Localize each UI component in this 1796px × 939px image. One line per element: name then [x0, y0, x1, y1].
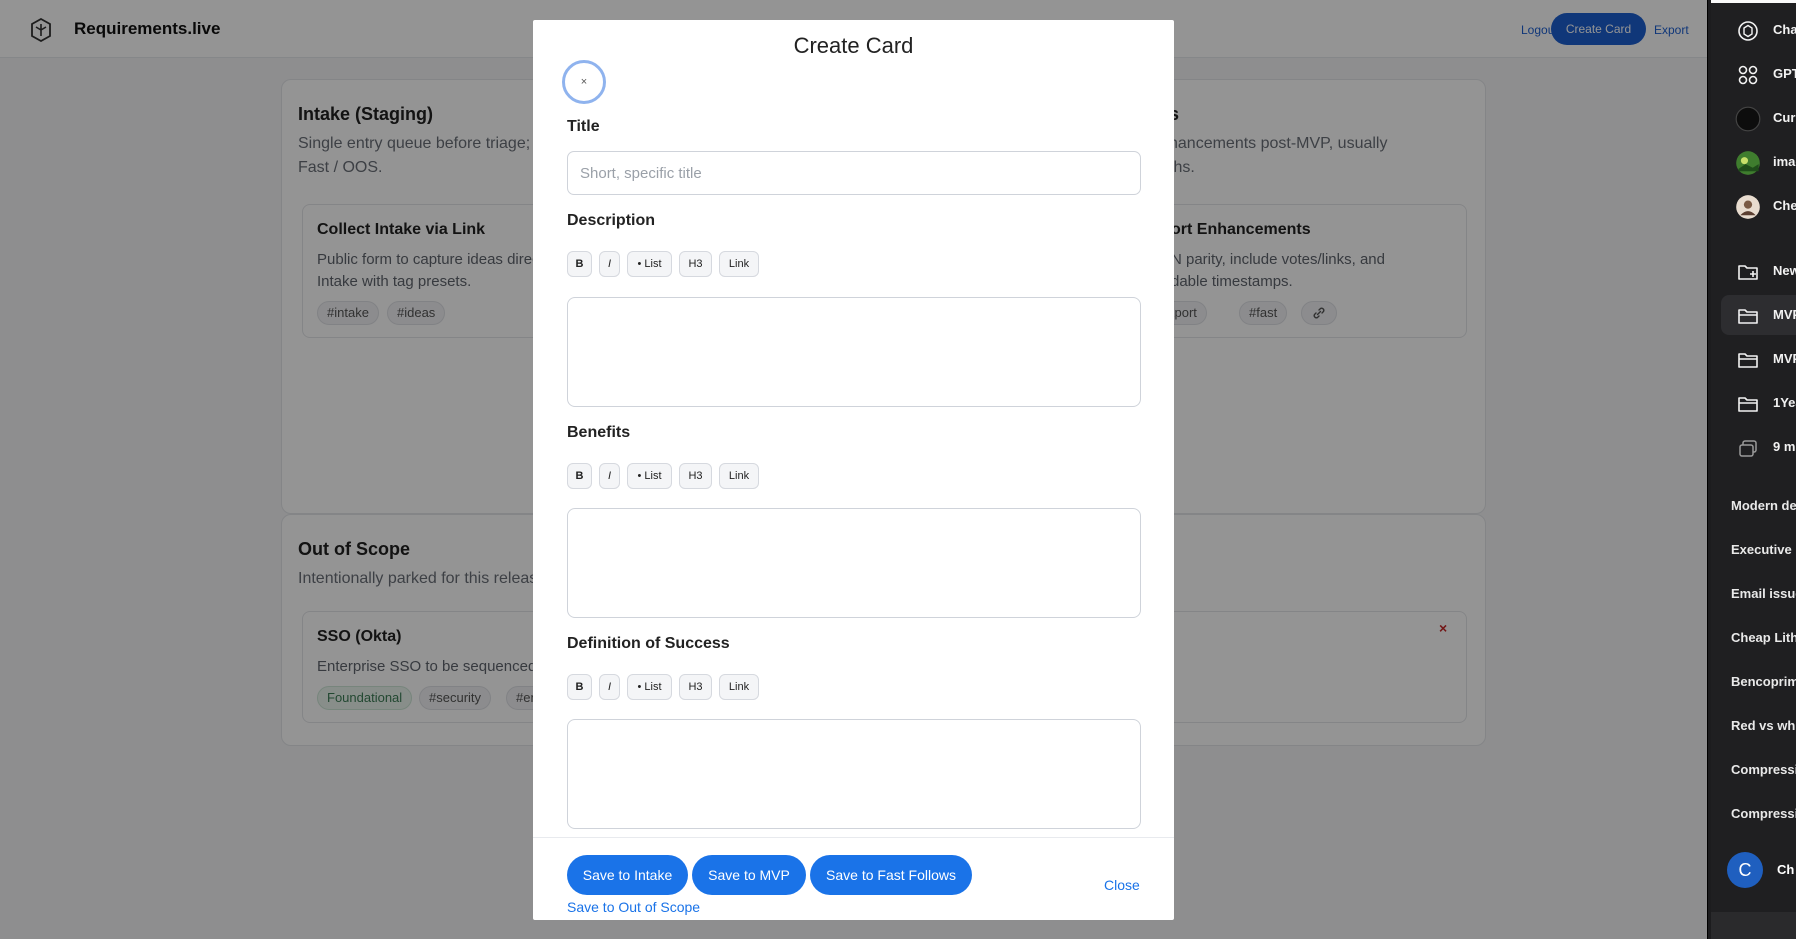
dark-circle-icon [1735, 106, 1761, 132]
sidebar-item-1year[interactable]: 1Yea [1721, 383, 1796, 423]
link-button[interactable]: Link [719, 463, 759, 489]
link-button[interactable]: Link [719, 251, 759, 277]
success-editor[interactable] [567, 719, 1141, 829]
sidebar-item-curl[interactable]: Curl [1721, 98, 1796, 138]
list-button[interactable]: • List [627, 463, 672, 489]
italic-button[interactable]: I [599, 674, 620, 700]
sidebar-item-label: 9 m [1773, 439, 1796, 454]
bold-button[interactable]: B [567, 674, 592, 700]
user-name[interactable]: Ch [1777, 862, 1794, 877]
sidebar-item-label: MVP [1773, 351, 1796, 366]
chat-item[interactable]: Compressi [1731, 762, 1796, 777]
folder-icon [1738, 353, 1758, 368]
sidebar-top-strip [1711, 0, 1796, 3]
sidebar-item-image[interactable]: imag [1721, 142, 1796, 182]
italic-button[interactable]: I [599, 251, 620, 277]
sidebar-item-label: imag [1773, 154, 1796, 169]
image-avatar-icon [1736, 151, 1760, 175]
sidebar-item-chatgpt[interactable]: Cha [1721, 10, 1796, 50]
title-input[interactable] [567, 151, 1141, 195]
modal-title: Create Card [793, 33, 914, 58]
title-label: Title [567, 118, 600, 135]
sidebar-item-label: Che [1773, 198, 1796, 213]
folder-plus-icon [1738, 265, 1758, 280]
chatgpt-sidebar: Cha GPT Curl imag Che [1711, 0, 1796, 939]
list-button[interactable]: • List [627, 674, 672, 700]
sidebar-item-9m[interactable]: 9 m [1721, 427, 1796, 467]
list-button[interactable]: • List [627, 251, 672, 277]
user-avatar[interactable]: C [1727, 852, 1763, 888]
chatgpt-icon [1738, 21, 1758, 41]
success-label: Definition of Success [567, 635, 730, 652]
sidebar-item-che[interactable]: Che [1721, 186, 1796, 226]
link-button[interactable]: Link [719, 674, 759, 700]
copy-icon [1739, 440, 1757, 457]
sidebar-item-new-project[interactable]: New [1721, 251, 1796, 291]
grid-icon [1738, 65, 1758, 85]
benefits-editor[interactable] [567, 508, 1141, 618]
folder-icon [1738, 309, 1758, 324]
bold-button[interactable]: B [567, 463, 592, 489]
save-to-out-of-scope-link[interactable]: Save to Out of Scope [567, 899, 700, 915]
chat-item[interactable]: Cheap Lith [1731, 630, 1796, 645]
folder-icon [1738, 397, 1758, 412]
save-to-fast-follows-button[interactable]: Save to Fast Follows [810, 855, 972, 895]
sidebar-item-label: Cha [1773, 22, 1796, 37]
bold-button[interactable]: B [567, 251, 592, 277]
benefits-label: Benefits [567, 424, 631, 441]
modal-footer-divider [533, 837, 1174, 838]
close-icon[interactable]: × [562, 60, 606, 104]
sidebar-item-mvp-1[interactable]: MVP [1721, 295, 1796, 335]
sidebar-item-label: Curl [1773, 110, 1796, 125]
sidebar-item-label: MVP [1773, 307, 1796, 322]
h3-button[interactable]: H3 [679, 463, 712, 489]
sidebar-item-mvp-2[interactable]: MVP [1721, 339, 1796, 379]
h3-button[interactable]: H3 [679, 674, 712, 700]
chat-item[interactable]: Modern de [1731, 498, 1796, 513]
chat-item[interactable]: Executive r [1731, 542, 1796, 557]
description-label: Description [567, 212, 656, 229]
sidebar-item-label: GPT [1773, 66, 1796, 81]
chat-item[interactable]: Bencoprim [1731, 674, 1796, 689]
create-card-modal: Create Card × Title Description B I • Li… [533, 20, 1174, 920]
avatar-icon [1736, 195, 1760, 219]
chat-item[interactable]: Red vs whi [1731, 718, 1796, 733]
chat-item[interactable]: Email issue [1731, 586, 1796, 601]
h3-button[interactable]: H3 [679, 251, 712, 277]
description-editor[interactable] [567, 297, 1141, 407]
sidebar-item-label: New [1773, 263, 1796, 278]
save-to-intake-button[interactable]: Save to Intake [567, 855, 688, 895]
close-link[interactable]: Close [1104, 877, 1140, 893]
sidebar-bottom-bar [1711, 912, 1796, 939]
sidebar-item-gpts[interactable]: GPT [1721, 54, 1796, 94]
save-to-mvp-button[interactable]: Save to MVP [692, 855, 806, 895]
chat-item[interactable]: Compressi [1731, 806, 1796, 821]
app-window: Requirements.live Logout (dde) Create Ca… [0, 0, 1708, 939]
italic-button[interactable]: I [599, 463, 620, 489]
sidebar-item-label: 1Yea [1773, 395, 1796, 410]
